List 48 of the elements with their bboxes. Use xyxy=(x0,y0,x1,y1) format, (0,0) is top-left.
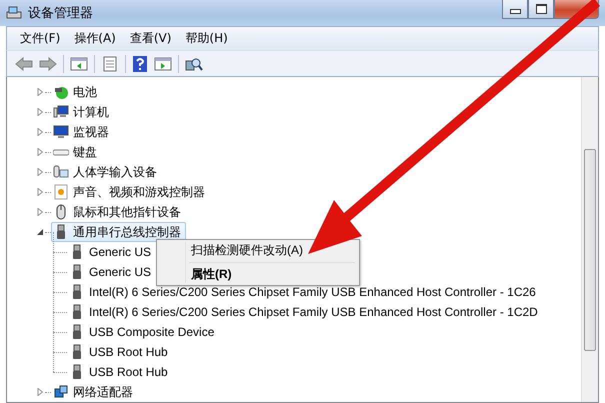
tree-item[interactable]: Intel(R) 6 Series/C200 Series Chipset Family USB Enhanced Host Controller - 1C2D xyxy=(67,302,543,322)
scrollbar[interactable] xyxy=(581,77,598,402)
computer-icon xyxy=(6,6,22,20)
menu-item[interactable]: 查看(V) xyxy=(122,30,178,47)
collapsed-arrow-icon[interactable] xyxy=(37,188,44,196)
tree-view-icon[interactable] xyxy=(70,56,88,72)
back-arrow-icon[interactable] xyxy=(15,56,33,72)
tree-item[interactable]: USB Root Hub xyxy=(67,342,173,362)
tree-item[interactable]: 声音、视频和游戏控制器 xyxy=(51,182,210,202)
forward-arrow-icon[interactable] xyxy=(39,56,57,72)
tree-item[interactable]: 监视器 xyxy=(51,122,114,142)
collapsed-arrow-icon[interactable] xyxy=(37,168,44,176)
hid-icon xyxy=(53,164,69,180)
expanded-arrow-icon[interactable] xyxy=(37,228,44,236)
computer-icon xyxy=(53,104,69,120)
battery-icon xyxy=(53,84,69,100)
collapsed-arrow-icon[interactable] xyxy=(37,128,44,136)
collapsed-arrow-icon[interactable] xyxy=(37,88,44,96)
collapsed-arrow-icon[interactable] xyxy=(37,108,44,116)
tree-item[interactable]: Intel(R) 6 Series/C200 Series Chipset Family USB Enhanced Host Controller - 1C26 xyxy=(67,282,541,302)
context-menu-item[interactable]: 属性(R) xyxy=(159,265,357,284)
collapsed-arrow-icon[interactable] xyxy=(37,208,44,216)
tree-item[interactable]: 鼠标和其他指针设备 xyxy=(51,202,186,222)
tree-item[interactable]: 电池 xyxy=(51,82,102,102)
tree-item[interactable]: 计算机 xyxy=(51,102,114,122)
selected-tree-item[interactable]: 通用串行总线控制器 xyxy=(51,222,186,242)
tree-item[interactable]: 网络适配器 xyxy=(51,382,138,402)
tree-item[interactable]: Generic US xyxy=(67,242,156,262)
menu-item[interactable]: 操作(A) xyxy=(67,30,123,47)
tree-item[interactable]: USB Composite Device xyxy=(67,322,220,342)
tree-item[interactable]: 人体学输入设备 xyxy=(51,162,162,182)
network-icon xyxy=(53,384,69,400)
minimize-button[interactable] xyxy=(502,0,528,19)
tree-item[interactable]: USB Root Hub xyxy=(67,362,173,382)
menu-item[interactable]: 帮助(H) xyxy=(178,30,235,47)
collapsed-arrow-icon[interactable] xyxy=(37,148,44,156)
window-title: 设备管理器 xyxy=(28,4,93,22)
context-menu-item[interactable]: 扫描检测硬件改动(A) xyxy=(159,241,357,260)
tree-item[interactable]: 键盘 xyxy=(51,142,102,162)
tree-item[interactable]: Generic US xyxy=(67,262,156,282)
properties-icon[interactable] xyxy=(101,56,119,72)
collapsed-arrow-icon[interactable] xyxy=(37,388,44,396)
scan-icon[interactable] xyxy=(185,56,203,72)
menu-item[interactable]: 文件(F) xyxy=(13,30,68,47)
panel-icon[interactable] xyxy=(154,56,172,72)
monitor-icon xyxy=(53,124,69,140)
help-icon[interactable] xyxy=(132,54,148,72)
maximize-button[interactable] xyxy=(528,0,554,19)
